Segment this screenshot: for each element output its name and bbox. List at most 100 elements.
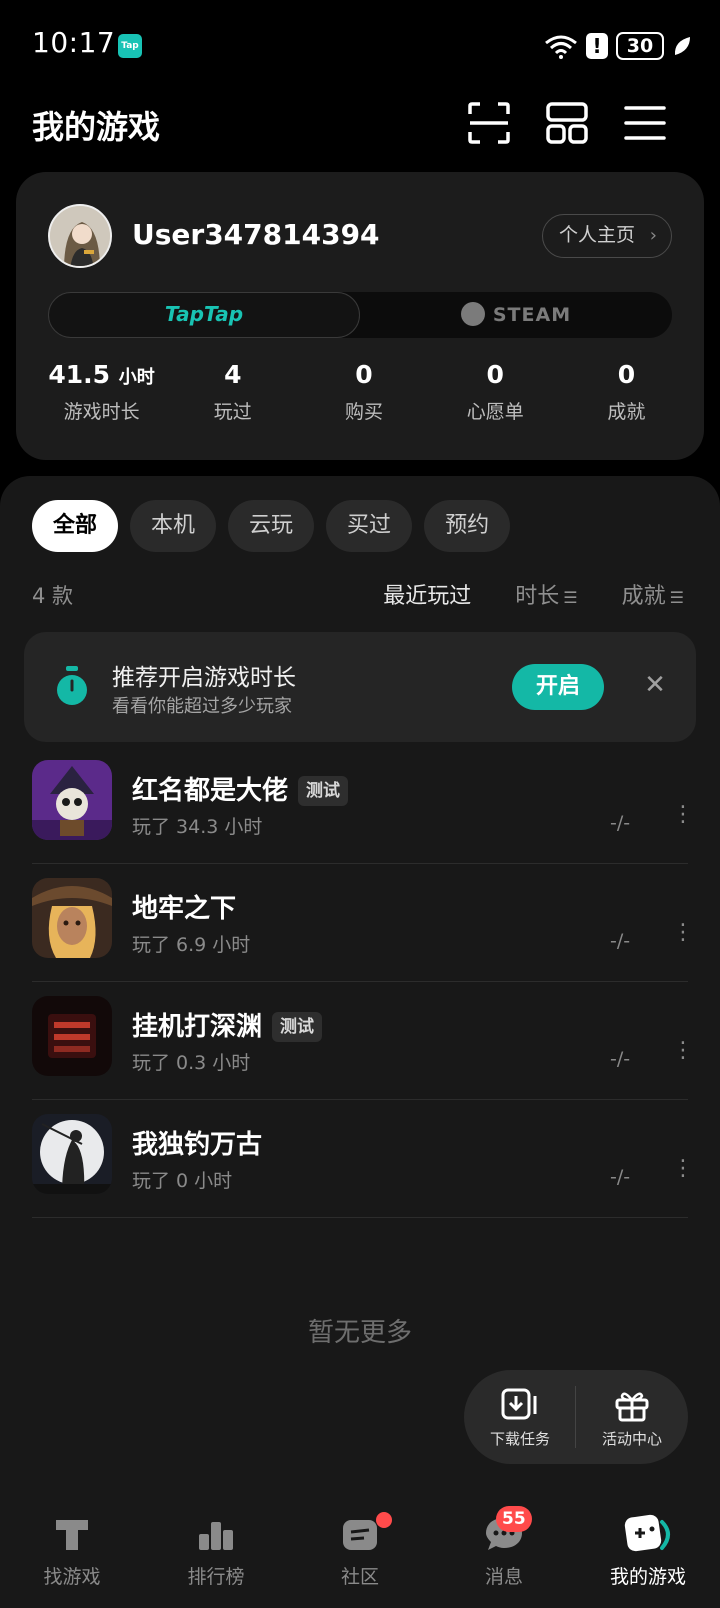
- status-time: 10:17: [32, 26, 116, 59]
- list-item[interactable]: 红名都是大佬 测试 玩了 34.3 小时 -/- ⋮: [32, 746, 694, 864]
- list-item[interactable]: 我独钓万古 玩了 0 小时 -/- ⋮: [32, 1100, 694, 1218]
- stat-play-time[interactable]: 41.5 小时 游戏时长: [36, 360, 167, 424]
- play-time: 玩了 34.3 小时: [132, 816, 263, 838]
- platform-toggle: TapTap STEAM: [48, 292, 672, 338]
- stat-achievements[interactable]: 0 成就: [561, 360, 692, 424]
- game-title: 我独钓万古: [132, 1124, 262, 1161]
- nav-community[interactable]: 社区: [288, 1496, 432, 1608]
- nav-my-games[interactable]: 我的游戏: [576, 1496, 720, 1608]
- nav-label: 找游戏: [43, 1566, 101, 1588]
- game-title-text: 我独钓万古: [132, 1130, 263, 1160]
- stat-value: 41.5: [48, 360, 111, 389]
- ranking-icon: [199, 1522, 233, 1550]
- recommend-subtitle: 看看你能超过多少玩家: [112, 696, 292, 717]
- filter-purchased[interactable]: 买过: [326, 500, 413, 552]
- layout-grid-icon[interactable]: [544, 100, 590, 146]
- game-icon: [32, 878, 112, 958]
- download-tasks-label: 下载任务: [489, 1430, 550, 1448]
- battery-icon: 30: [616, 32, 664, 60]
- game-icon: [32, 760, 112, 840]
- games-panel: 全部 本机 云玩 买过 预约 4 款 最近玩过 时长 ☰ 成就 ☰ 推荐开启游戏时长…: [0, 476, 720, 1496]
- game-score: -/-: [610, 930, 631, 952]
- sort-achievement-label: 成就: [621, 584, 666, 609]
- community-icon: [343, 1520, 377, 1550]
- nav-label: 我的游戏: [609, 1566, 686, 1588]
- steam-icon: [460, 301, 485, 326]
- sort-achievement[interactable]: 成就 ☰: [622, 578, 684, 610]
- profile-card: User347814394 个人主页 › TapTap STEAM 41.5 小…: [16, 172, 704, 460]
- game-title-text: 红名都是大佬: [132, 776, 289, 806]
- recommend-banner: 推荐开启游戏时长 看看你能超过多少玩家 开启 ✕: [24, 632, 696, 742]
- sort-icon: ☰: [563, 588, 578, 607]
- test-badge: 测试: [272, 1012, 323, 1042]
- stat-label: 玩过: [213, 401, 252, 423]
- more-vertical-icon[interactable]: ⋮: [672, 1158, 694, 1192]
- game-title-text: 挂机打深渊: [132, 1012, 263, 1042]
- filter-all[interactable]: 全部: [32, 500, 119, 552]
- stat-label: 成就: [607, 401, 646, 423]
- nav-label: 消息: [484, 1566, 523, 1588]
- chevron-right-icon: ›: [649, 225, 657, 246]
- list-item[interactable]: 地牢之下 玩了 6.9 小时 -/- ⋮: [32, 864, 694, 982]
- alert-icon: !: [586, 33, 608, 59]
- taptap-notification-icon: Tap: [118, 34, 142, 58]
- filter-reserved[interactable]: 预约: [424, 500, 511, 552]
- activity-center-button[interactable]: 活动中心: [576, 1370, 688, 1464]
- game-score: -/-: [610, 812, 631, 834]
- homepage-label: 个人主页: [558, 224, 635, 246]
- stat-value: 0: [617, 360, 636, 389]
- nav-messages[interactable]: 55 消息: [432, 1496, 576, 1608]
- homepage-button[interactable]: 个人主页 ›: [541, 214, 672, 258]
- avatar[interactable]: [48, 204, 112, 268]
- username: User347814394: [132, 218, 380, 251]
- stat-label: 心愿单: [466, 401, 524, 423]
- recommend-title: 推荐开启游戏时长: [112, 665, 296, 691]
- sort-recent[interactable]: 最近玩过: [383, 578, 471, 610]
- tab-taptap[interactable]: TapTap: [48, 292, 360, 338]
- more-vertical-icon[interactable]: ⋮: [672, 1040, 694, 1074]
- tab-steam[interactable]: STEAM: [360, 292, 672, 338]
- stat-value: 0: [355, 360, 373, 389]
- enable-button[interactable]: 开启: [512, 664, 604, 710]
- download-tasks-button[interactable]: 下载任务: [464, 1370, 576, 1464]
- stat-wishlist[interactable]: 0 心愿单: [430, 360, 561, 424]
- play-time: 玩了 0.3 小时: [132, 1052, 251, 1074]
- leaf-icon: [674, 37, 690, 55]
- wifi-icon: [545, 35, 577, 59]
- filter-chips: 全部 本机 云玩 买过 预约: [32, 500, 511, 552]
- stopwatch-icon: [57, 666, 87, 705]
- test-badge: 测试: [298, 776, 349, 806]
- sort-options: 最近玩过 时长 ☰ 成就 ☰: [383, 578, 684, 610]
- notification-dot: [376, 1512, 392, 1528]
- filter-cloud[interactable]: 云玩: [228, 500, 315, 552]
- game-icon: [32, 1114, 112, 1194]
- stat-purchased[interactable]: 0 购买: [298, 360, 429, 424]
- taptap-t-icon: [56, 1520, 88, 1550]
- close-icon[interactable]: ✕: [640, 670, 670, 700]
- stat-value: 0: [486, 360, 504, 389]
- menu-icon[interactable]: [622, 100, 668, 146]
- status-bar: 10:17 Tap ! 30: [0, 0, 720, 90]
- stats-row: 41.5 小时 游戏时长 4 玩过 0 购买 0 心愿单 0 成就: [36, 360, 692, 424]
- nav-label: 排行榜: [187, 1566, 245, 1588]
- floating-actions: 下载任务 活动中心: [464, 1370, 688, 1464]
- filter-local[interactable]: 本机: [130, 500, 217, 552]
- stat-played[interactable]: 4 玩过: [167, 360, 298, 424]
- list-item[interactable]: 挂机打深渊 测试 玩了 0.3 小时 -/- ⋮: [32, 982, 694, 1100]
- play-time: 玩了 0 小时: [132, 1170, 233, 1192]
- page-title: 我的游戏: [32, 108, 161, 146]
- nav-ranking[interactable]: 排行榜: [144, 1496, 288, 1608]
- unread-badge: 55: [496, 1506, 532, 1532]
- sort-icon: ☰: [669, 588, 684, 607]
- games-list: 红名都是大佬 测试 玩了 34.3 小时 -/- ⋮ 地牢之下 玩了 6.9 小时…: [32, 746, 694, 1218]
- sort-time[interactable]: 时长 ☰: [515, 578, 577, 610]
- more-vertical-icon[interactable]: ⋮: [672, 922, 694, 956]
- steam-label: STEAM: [492, 304, 572, 326]
- play-time: 玩了 6.9 小时: [132, 934, 251, 956]
- game-score: -/-: [610, 1048, 631, 1070]
- nav-find-games[interactable]: 找游戏: [0, 1496, 144, 1608]
- stat-label: 购买: [345, 401, 384, 423]
- scan-icon[interactable]: [466, 100, 512, 146]
- more-vertical-icon[interactable]: ⋮: [672, 804, 694, 838]
- gamepad-icon: [624, 1514, 670, 1552]
